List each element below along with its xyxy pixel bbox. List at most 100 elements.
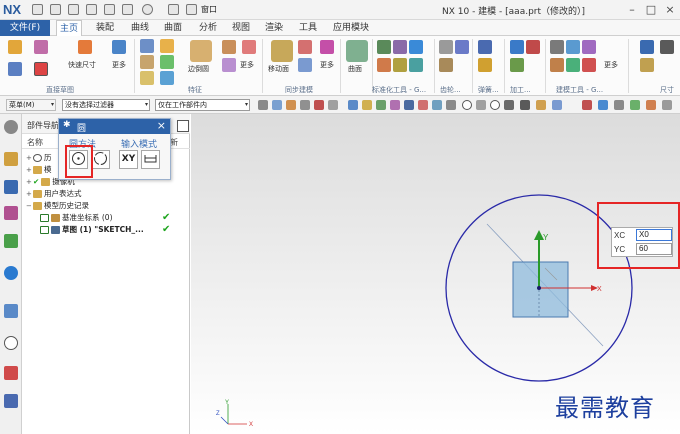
tab-surface[interactable]: 曲面 [161,20,185,36]
gear3-icon[interactable] [439,58,453,72]
sketch-icon[interactable] [8,40,22,54]
process-studio-icon[interactable] [4,394,18,408]
modeling-tool-icon-5[interactable] [566,58,580,72]
tree-row-model-history[interactable]: − 模型历史记录 [22,200,190,212]
view-icon-4[interactable] [630,100,640,110]
tab-curve[interactable]: 曲线 [128,20,152,36]
tab-view[interactable]: 视图 [229,20,253,36]
parameter-input-mode-button[interactable] [141,150,160,169]
machining-icon[interactable] [510,40,524,54]
machining3-icon[interactable] [510,58,524,72]
tab-assembly[interactable]: 装配 [93,20,117,36]
clock-icon[interactable] [4,336,18,350]
view-icon-1[interactable] [582,100,592,110]
view-icon-2[interactable] [598,100,608,110]
three-point-method-button[interactable] [91,150,110,169]
quick-dim-icon[interactable] [78,40,92,54]
dimension3-icon[interactable] [640,58,654,72]
redo-icon[interactable] [68,4,79,15]
expander-icon[interactable]: − [26,200,33,212]
column-new[interactable]: 新 [170,137,178,148]
std-tool-icon-6[interactable] [409,58,423,72]
part-navigator-icon[interactable] [4,206,18,220]
tree-row-datum-csys[interactable]: 基准坐标系 (0) ✔ [22,212,190,224]
snap-icon-9[interactable] [376,100,386,110]
more-label-4[interactable]: 更多 [604,60,618,70]
finish-sketch-icon[interactable] [8,62,22,76]
more-sketch-icon[interactable] [112,40,126,54]
tree-row-sketch[interactable]: 草图 (1) "SKETCH_... ✔ [22,224,190,236]
window-menu-label[interactable]: 窗口 [201,4,217,15]
more-label-3[interactable]: 更多 [320,60,334,70]
settings-icon[interactable] [4,120,18,134]
graphics-window[interactable]: Y X Y X Z [191,114,680,434]
modeling-tool-icon-2[interactable] [566,40,580,54]
pattern-icon[interactable] [242,40,256,54]
constraint-navigator-icon[interactable] [4,180,18,194]
snap-icon-15[interactable] [476,100,486,110]
surface-label[interactable]: 曲面 [348,64,362,74]
xy-input-mode-button[interactable]: XY [119,150,138,169]
modeling-tool-icon-4[interactable] [550,58,564,72]
std-tool-icon-2[interactable] [393,40,407,54]
snap-icon-4[interactable] [300,100,310,110]
snap-icon-18[interactable] [536,100,546,110]
snap-icon-12[interactable] [418,100,428,110]
reuse-library-icon[interactable] [4,234,18,248]
block-icon[interactable] [140,71,154,85]
modeling-tool-icon-1[interactable] [550,40,564,54]
checkbox-icon[interactable] [40,226,49,234]
modeling-tool-icon-3[interactable] [582,40,596,54]
move-face-icon[interactable] [271,40,293,62]
system-materials-icon[interactable] [4,366,18,380]
view-icon-6[interactable] [662,100,672,110]
extrude-icon[interactable] [140,39,154,53]
snap-icon-5[interactable] [314,100,324,110]
view-icon-3[interactable] [614,100,624,110]
cut-icon[interactable] [86,4,97,15]
view-icon-5[interactable] [646,100,656,110]
edge-blend-label[interactable]: 边倒圆 [188,64,209,74]
snap-icon-10[interactable] [390,100,400,110]
file-menu-tab[interactable]: 文件(F) [0,20,50,36]
gear-icon[interactable]: ✱ [63,120,71,130]
history-icon[interactable] [4,304,18,318]
std-tool-icon-1[interactable] [377,40,391,54]
rectangle-icon[interactable] [34,62,48,76]
tree-row-user-expressions[interactable]: + 用户表达式 [22,188,190,200]
more-label-2[interactable]: 更多 [240,60,254,70]
close-window-icon[interactable]: × [662,2,678,17]
quick-dim-label[interactable]: 快速尺寸 [68,60,96,70]
more-label-1[interactable]: 更多 [112,60,126,70]
chamfer-icon[interactable] [222,40,236,54]
spring-icon[interactable] [478,40,492,54]
spring2-icon[interactable] [478,58,492,72]
tab-applications[interactable]: 应用模块 [330,20,372,36]
center-snap-icon[interactable] [490,100,500,110]
gear-icon[interactable] [439,40,453,54]
circle-snap-icon[interactable] [462,100,472,110]
column-name[interactable]: 名称 [27,137,43,148]
snap-icon-1[interactable] [258,100,268,110]
tab-home[interactable]: 主页 [56,20,83,36]
machining2-icon[interactable] [526,40,540,54]
snap-icon-3[interactable] [286,100,296,110]
assembly-navigator-icon[interactable] [4,152,18,166]
circle-tool-icon[interactable] [142,4,153,15]
snap-icon-8[interactable] [362,100,372,110]
std-tool-icon-3[interactable] [409,40,423,54]
snap-icon-2[interactable] [272,100,282,110]
cylinder-icon[interactable] [160,71,174,85]
paste-icon[interactable] [122,4,133,15]
snap-icon-14[interactable] [446,100,456,110]
expander-icon[interactable]: + [26,164,33,176]
snap-icon-11[interactable] [404,100,414,110]
std-tool-icon-4[interactable] [377,58,391,72]
selection-filter-select[interactable]: 没有选择过滤器 ▾ [62,99,150,111]
snap-icon-13[interactable] [432,100,442,110]
tab-tools[interactable]: 工具 [296,20,320,36]
dimension2-icon[interactable] [660,40,674,54]
dimension-icon[interactable] [640,40,654,54]
snap-icon-7[interactable] [348,100,358,110]
profile-icon[interactable] [34,40,48,54]
